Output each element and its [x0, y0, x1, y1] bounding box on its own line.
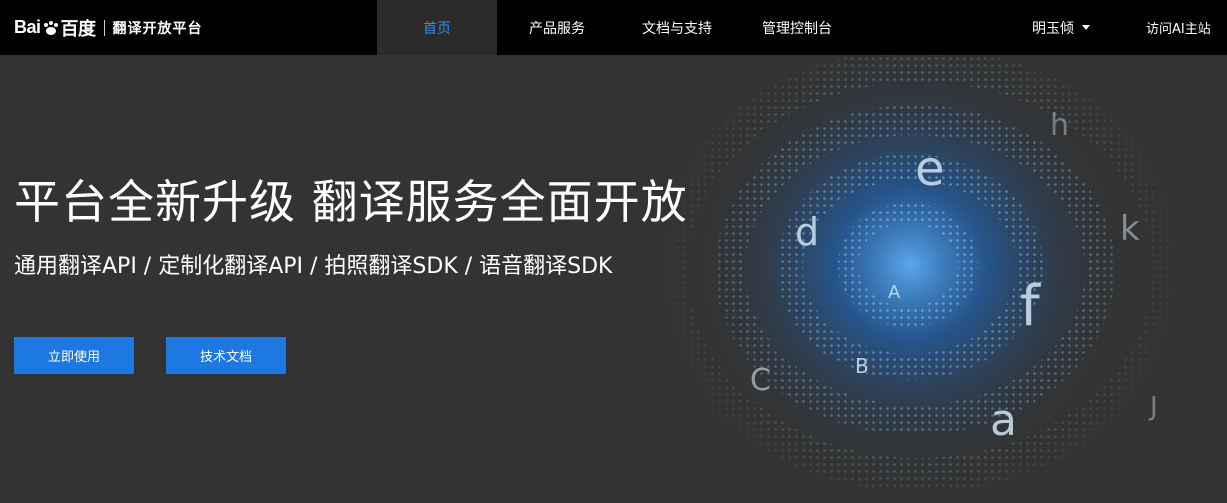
top-navbar: Bai 百度 翻译开放平台 首页 产品服务 文档与支持 管理控制台 明玉倾 访问…	[0, 0, 1227, 55]
art-letter: f	[1020, 274, 1041, 339]
hero-illustration: h e d k A f B C a J	[660, 55, 1227, 503]
platform-name: 翻译开放平台	[112, 20, 203, 37]
art-letter: h	[1050, 108, 1069, 143]
user-menu[interactable]: 明玉倾	[1032, 0, 1090, 55]
nav-docs-support[interactable]: 文档与支持	[617, 0, 737, 55]
hero-title: 平台全新升级 翻译服务全面开放	[14, 175, 688, 229]
art-letter: C	[750, 363, 771, 398]
art-letter: e	[915, 141, 945, 197]
art-letter: B	[855, 354, 869, 378]
nav-home[interactable]: 首页	[377, 0, 497, 55]
logo-text-left: Bai	[14, 17, 41, 37]
logo-text-right: 百度	[60, 18, 97, 39]
art-letter: d	[795, 210, 819, 254]
art-letter: A	[888, 282, 901, 303]
art-letter: k	[1120, 209, 1140, 249]
nav-products[interactable]: 产品服务	[497, 0, 617, 55]
logo-wordmark: Bai 百度	[14, 15, 96, 41]
user-name: 明玉倾	[1032, 20, 1074, 37]
logo-divider	[103, 19, 105, 36]
start-using-button[interactable]: 立即使用	[14, 337, 134, 374]
hero-subtitle: 通用翻译API / 定制化翻译API / 拍照翻译SDK / 语音翻译SDK	[14, 254, 613, 279]
art-letter: J	[1148, 392, 1158, 422]
visit-ai-link[interactable]: 访问AI主站	[1146, 0, 1211, 55]
nav-console[interactable]: 管理控制台	[737, 0, 857, 55]
art-letter: a	[990, 395, 1017, 446]
baidu-logo[interactable]: Bai 百度 翻译开放平台	[14, 0, 203, 55]
paw-icon	[43, 20, 58, 35]
chevron-down-icon	[1082, 25, 1090, 30]
tech-docs-button[interactable]: 技术文档	[166, 337, 286, 374]
